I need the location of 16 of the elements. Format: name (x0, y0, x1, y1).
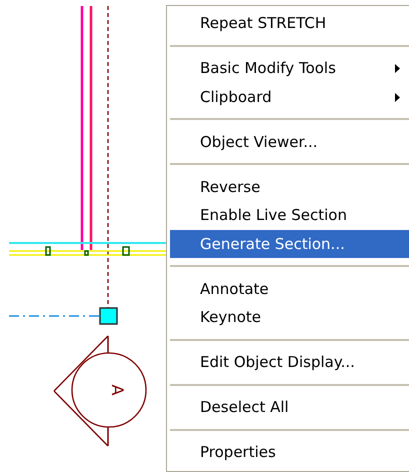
menu-item[interactable]: Enable Live Section (170, 201, 409, 230)
menu-item[interactable]: Basic Modify Tools (170, 54, 409, 82)
submenu-arrow-icon (395, 64, 400, 73)
menu-item[interactable]: Generate Section... (170, 230, 409, 258)
menu-item[interactable]: Deselect All (170, 393, 409, 422)
menu-item[interactable]: Reverse (170, 172, 409, 201)
menu-item[interactable]: Annotate (170, 274, 409, 303)
menu-item[interactable]: Clipboard (170, 82, 409, 111)
menu-item[interactable]: Repeat STRETCH (170, 9, 409, 38)
menu-item[interactable]: Properties (170, 438, 409, 466)
menu-item[interactable]: Keynote (170, 303, 409, 332)
submenu-arrow-icon (395, 92, 400, 102)
section-label: A (108, 384, 127, 396)
grip-handle[interactable] (99, 307, 118, 325)
menu-item[interactable]: Object Viewer... (170, 128, 409, 156)
menu-item[interactable]: Edit Object Display... (170, 348, 409, 376)
